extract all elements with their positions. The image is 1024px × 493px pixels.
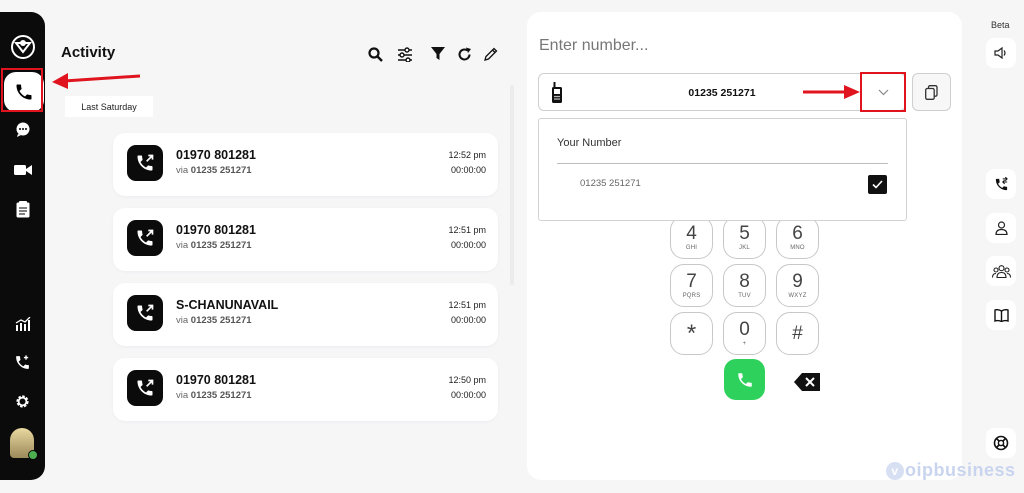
call-via: via 01235 251271 [176, 165, 252, 176]
pencil-icon [483, 47, 497, 61]
user-avatar[interactable] [10, 428, 38, 460]
check-icon [872, 180, 883, 189]
key-5[interactable]: 5 JKL [723, 216, 766, 259]
key-6[interactable]: 6 MNO [776, 216, 819, 259]
book-icon [993, 308, 1009, 322]
beta-label: Beta [991, 20, 1010, 30]
call-log-item[interactable]: 01970 801281 via 01235 251271 12:52 pm 0… [113, 133, 498, 196]
nav-notes-button[interactable] [0, 194, 45, 224]
refresh-icon [458, 47, 471, 60]
call-transfer-icon [995, 176, 1008, 190]
outgoing-call-icon [127, 220, 163, 256]
notes-icon [16, 200, 29, 217]
phone-add-icon [16, 354, 29, 369]
call-via: via 01235 251271 [176, 240, 252, 251]
sliders-icon [398, 46, 412, 62]
call-number: 01970 801281 [176, 373, 256, 387]
copy-button[interactable] [912, 73, 951, 111]
watermark-logo: v [886, 462, 904, 480]
speaker-button[interactable] [986, 38, 1016, 68]
call-log-item[interactable]: 01970 801281 via 01235 251271 12:50 pm 0… [113, 358, 498, 421]
option-checkbox[interactable] [868, 175, 887, 194]
dropdown-option[interactable]: 01235 251271 [580, 178, 641, 189]
key-0[interactable]: 0 + [723, 312, 766, 355]
speaker-icon [994, 47, 1006, 59]
nav-analytics-button[interactable] [0, 309, 45, 339]
call-log-item[interactable]: S-CHANUNAVAIL via 01235 251271 12:51 pm … [113, 283, 498, 346]
key-8[interactable]: 8 TUV [723, 264, 766, 307]
call-number: 01970 801281 [176, 148, 256, 162]
backspace-icon[interactable] [793, 372, 821, 392]
call-duration: 00:00:00 [450, 240, 486, 250]
annotation-arrow-right [803, 85, 860, 99]
search-icon [367, 46, 383, 62]
filter-button[interactable] [429, 45, 447, 63]
call-duration: 00:00:00 [450, 165, 486, 175]
call-number: S-CHANUNAVAIL [176, 298, 279, 312]
outgoing-call-icon [127, 370, 163, 406]
refresh-button[interactable] [455, 45, 473, 63]
call-via: via 01235 251271 [176, 390, 252, 401]
key-7[interactable]: 7 PQRS [670, 264, 713, 307]
dropdown-header: Your Number [557, 137, 622, 149]
user-icon [994, 221, 1008, 235]
call-time: 12:50 pm [448, 375, 486, 385]
video-icon [13, 165, 32, 175]
group-button[interactable] [986, 256, 1016, 286]
annotation-arrow-left [52, 73, 141, 89]
chevron-down-icon [878, 89, 888, 95]
logo-icon[interactable] [0, 32, 45, 62]
call-time: 12:51 pm [448, 225, 486, 235]
annotation-highlight-nav-phone [1, 68, 43, 112]
nav-chat-button[interactable] [0, 115, 45, 145]
edit-button[interactable] [481, 45, 499, 63]
nav-phone-add-button[interactable] [0, 347, 45, 377]
analytics-icon [15, 317, 30, 331]
call-transfer-button[interactable] [986, 169, 1016, 199]
watermark-text: oipbusiness [905, 460, 1016, 480]
nav-video-button[interactable] [0, 155, 45, 185]
call-log-item[interactable]: 01970 801281 via 01235 251271 12:51 pm 0… [113, 208, 498, 271]
contact-button[interactable] [986, 213, 1016, 243]
key-star[interactable]: * [670, 312, 713, 355]
key-9[interactable]: 9 WXYZ [776, 264, 819, 307]
call-duration: 00:00:00 [450, 315, 486, 325]
copy-icon [925, 84, 938, 100]
chat-icon [16, 122, 29, 137]
outgoing-call-icon [127, 295, 163, 331]
number-input[interactable]: Enter number... [539, 37, 648, 55]
key-4[interactable]: 4 GHI [670, 216, 713, 259]
caller-id-dropdown: Your Number 01235 251271 [538, 118, 907, 221]
group-icon [991, 264, 1011, 278]
directory-button[interactable] [986, 300, 1016, 330]
help-icon [993, 435, 1009, 451]
call-via: via 01235 251271 [176, 315, 252, 326]
call-duration: 00:00:00 [450, 390, 486, 400]
call-number: 01970 801281 [176, 223, 256, 237]
dropdown-divider [557, 163, 888, 164]
sliders-button[interactable] [396, 45, 414, 63]
call-time: 12:52 pm [448, 150, 486, 160]
activity-title: Activity [61, 44, 116, 61]
date-group-label: Last Saturday [65, 96, 153, 117]
brand-watermark: v oipbusiness [886, 460, 1016, 481]
call-time: 12:51 pm [448, 300, 486, 310]
key-hash[interactable]: # [776, 312, 819, 355]
outgoing-call-icon [127, 145, 163, 181]
nav-settings-button[interactable] [0, 386, 45, 416]
caller-id-dropdown-toggle[interactable] [860, 72, 906, 112]
settings-icon [16, 394, 29, 408]
activity-scrollbar[interactable] [510, 85, 514, 285]
online-status-dot [28, 450, 38, 460]
search-button[interactable] [366, 45, 384, 63]
filter-icon [431, 47, 445, 60]
help-button[interactable] [986, 428, 1016, 458]
call-button[interactable] [724, 359, 765, 400]
phone-icon [737, 372, 752, 387]
